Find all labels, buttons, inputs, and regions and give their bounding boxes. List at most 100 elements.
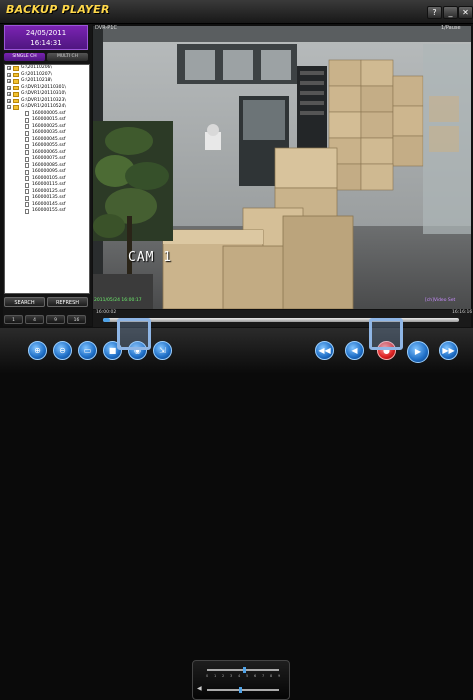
time-text: 16:14:31	[30, 39, 62, 47]
file-icon	[25, 202, 29, 208]
slider-tick-label: 5	[246, 674, 249, 678]
split-1-button[interactable]: 1	[4, 315, 23, 324]
title-bar[interactable]: BACKUP PLAYER ? _ ✕	[0, 0, 473, 24]
tab-multi-channel[interactable]: MULTI CH	[47, 53, 88, 61]
expand-icon[interactable]: +	[7, 79, 11, 84]
file-icon	[25, 150, 29, 156]
selection-highlight-2	[369, 318, 403, 350]
date-time-display: 24/05/2011 16:14:31	[4, 25, 88, 50]
file-icon	[25, 176, 29, 182]
speaker-icon[interactable]: ◀	[197, 685, 202, 692]
folder-icon	[13, 66, 19, 71]
video-state-label: 1/Pause	[441, 25, 461, 31]
folder-icon	[13, 105, 19, 110]
folder-icon	[13, 79, 19, 84]
file-icon	[25, 111, 29, 117]
slider-tick-label: 1	[214, 674, 217, 678]
slider-tick-label: 6	[254, 674, 257, 678]
export-icon: ⇲	[159, 346, 166, 355]
search-button[interactable]: SEARCH	[4, 297, 45, 307]
folder-icon	[13, 98, 19, 103]
split-9-button[interactable]: 9	[46, 315, 65, 324]
file-icon	[25, 143, 29, 149]
selection-highlight	[117, 318, 151, 350]
expand-icon[interactable]: +	[7, 98, 11, 103]
fast-forward-icon: ▶▶	[442, 346, 455, 355]
print-button[interactable]: ▭	[78, 341, 97, 360]
control-bar: ⊕ ⊖ ▭ ■ ◉ ⇲ 0 1 2 3 4 5 6 7 8 9 ◀ ◀◀ ◀ ● ▶ ▶▶	[0, 318, 473, 700]
print-icon: ▭	[83, 346, 92, 355]
slider-tick-label: 4	[238, 674, 241, 678]
step-back-icon: ◀	[351, 346, 358, 355]
camera-label: CAM 1	[128, 250, 173, 265]
slider-tick-label: 7	[262, 674, 265, 678]
export-button[interactable]: ⇲	[153, 341, 172, 360]
folder-icon	[13, 92, 19, 97]
fast-forward-button[interactable]: ▶▶	[439, 341, 458, 360]
close-button[interactable]: ✕	[458, 6, 473, 19]
volume-slider-knob[interactable]	[239, 687, 243, 693]
file-icon	[25, 137, 29, 143]
minimize-button[interactable]: _	[443, 6, 458, 19]
play-button[interactable]: ▶	[407, 341, 429, 363]
file-tree[interactable]: + G:\20110206\ + G:\20110207\ + G:\20110218\ +…	[4, 64, 90, 294]
slider-tick-label: 8	[270, 674, 273, 678]
file-icon	[25, 195, 29, 201]
timeline-end-time: 16:16:16	[452, 310, 473, 315]
slider-tick-label: 9	[278, 674, 281, 678]
play-icon: ▶	[414, 347, 422, 356]
timeline-start-time: 16:00:02	[96, 310, 117, 315]
split-4-button[interactable]: 4	[25, 315, 44, 324]
file-icon	[25, 208, 29, 214]
audio-panel: 0 1 2 3 4 5 6 7 8 9 ◀	[192, 660, 290, 700]
video-header: DVR-P1C 1/Pause	[93, 24, 471, 32]
video-status-label: [ch]Video Set	[425, 298, 456, 303]
folder-icon	[13, 72, 19, 77]
camera-frame-image	[93, 26, 471, 309]
folder-icon	[13, 85, 19, 90]
file-icon	[25, 117, 29, 123]
backup-player-window: BACKUP PLAYER ? _ ✕ 24/05/2011 16:14:31 …	[0, 0, 473, 700]
tree-file[interactable]: 160000155.ssf	[5, 208, 89, 215]
file-icon	[25, 130, 29, 136]
zoom-in-icon: ⊕	[34, 346, 41, 355]
file-icon	[25, 163, 29, 169]
expand-icon[interactable]: +	[7, 92, 11, 97]
slider-tick-label: 0	[206, 674, 209, 678]
expand-icon[interactable]: +	[7, 85, 11, 90]
video-view[interactable]	[93, 26, 471, 309]
slider-tick-label: 2	[222, 674, 225, 678]
save-icon: ■	[108, 346, 117, 355]
split-buttons: 1 4 9 16	[4, 315, 88, 325]
tab-single-channel[interactable]: SINGLE CH	[4, 53, 45, 61]
rewind-button[interactable]: ◀◀	[315, 341, 334, 360]
date-text: 24/05/2011	[25, 29, 67, 37]
zoom-in-button[interactable]: ⊕	[28, 341, 47, 360]
speed-slider-knob[interactable]	[243, 667, 246, 673]
volume-slider[interactable]	[207, 689, 279, 691]
file-icon	[25, 156, 29, 162]
file-icon	[25, 124, 29, 130]
video-source-label: DVR-P1C	[95, 25, 117, 31]
video-timestamp: 2011/05/24 16:00:17	[94, 298, 142, 303]
slider-tick-label: 3	[230, 674, 233, 678]
split-16-button[interactable]: 16	[67, 315, 86, 324]
zoom-out-icon: ⊖	[59, 346, 66, 355]
file-icon	[25, 182, 29, 188]
timeline-track[interactable]	[103, 318, 459, 322]
tree-file-label: 160000155.ssf	[32, 208, 66, 213]
help-button[interactable]: ?	[427, 6, 442, 19]
expand-icon[interactable]: +	[7, 72, 11, 77]
expand-icon[interactable]: +	[7, 66, 11, 71]
search-refresh-row: SEARCH REFRESH	[4, 297, 88, 308]
zoom-out-button[interactable]: ⊖	[53, 341, 72, 360]
file-icon	[25, 169, 29, 175]
collapse-icon[interactable]: −	[7, 105, 11, 110]
step-back-button[interactable]: ◀	[345, 341, 364, 360]
file-icon	[25, 189, 29, 195]
refresh-button[interactable]: REFRESH	[47, 297, 88, 307]
rewind-icon: ◀◀	[318, 346, 331, 355]
mode-tabs: SINGLE CH MULTI CH	[4, 53, 88, 62]
timeline-progress	[103, 318, 111, 322]
app-title: BACKUP PLAYER	[6, 3, 110, 16]
